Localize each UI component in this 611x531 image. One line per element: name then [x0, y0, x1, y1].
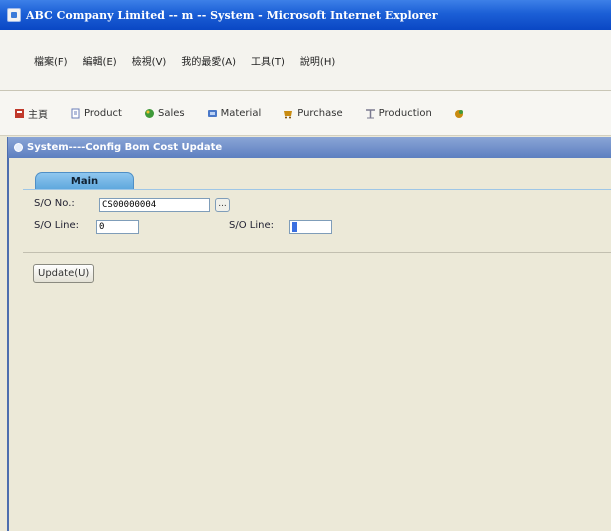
form-divider: [23, 252, 611, 253]
tab-main[interactable]: Main: [35, 172, 134, 190]
page-header-icon: [14, 143, 23, 152]
nav-item-home-label: 主頁: [28, 109, 48, 121]
internet-explorer-icon: [7, 8, 21, 22]
menu-help[interactable]: 說明(H): [300, 53, 335, 68]
menu-file[interactable]: 檔案(F): [34, 53, 68, 68]
sales-icon: [144, 108, 155, 119]
page-title: System----Config Bom Cost Update: [27, 142, 223, 153]
purchase-icon: [283, 108, 294, 119]
update-button[interactable]: Update(U): [33, 264, 95, 283]
so-line-from-label: S/O Line:: [34, 220, 79, 231]
so-no-lookup-button[interactable]: ...: [215, 198, 230, 212]
form-content: Main S/O No.: CS00000004 ... S/O Line: 0…: [9, 158, 611, 531]
nav-item-material[interactable]: Material: [207, 107, 262, 119]
so-no-label: S/O No.:: [34, 198, 75, 209]
nav-item-production-label: Production: [378, 107, 432, 119]
home-icon: [14, 108, 25, 119]
nav-item-sales-label: Sales: [157, 107, 185, 119]
material-icon: [207, 108, 218, 119]
menu-edit[interactable]: 編輯(E): [83, 53, 117, 68]
nav-item-product-label: Product: [84, 107, 122, 119]
page-header: System----Config Bom Cost Update: [8, 137, 611, 158]
so-line-to-label: S/O Line:: [229, 220, 274, 231]
tab-underline: [23, 189, 611, 190]
menu-tools[interactable]: 工具(T): [251, 53, 285, 68]
document-icon: [70, 108, 81, 119]
menu-view[interactable]: 檢視(V): [132, 53, 167, 68]
nav-item-more[interactable]: [454, 108, 468, 119]
production-icon: [365, 108, 376, 119]
nav-item-purchase-label: Purchase: [297, 107, 343, 119]
so-no-input[interactable]: CS00000004: [99, 198, 210, 212]
nav-item-purchase[interactable]: Purchase: [283, 107, 343, 119]
nav-item-production[interactable]: Production: [365, 108, 432, 119]
so-line-from-input[interactable]: 0: [96, 220, 139, 234]
so-line-to-input[interactable]: [289, 220, 332, 234]
nav-item-material-label: Material: [220, 107, 262, 119]
nav-item-home[interactable]: 主頁: [14, 106, 48, 121]
menu-favorites[interactable]: 我的最愛(A): [181, 53, 236, 68]
more-module-icon: [454, 108, 465, 119]
text-cursor: [292, 221, 297, 232]
window-title: ABC Company Limited -- m -- System - Mic…: [26, 8, 438, 22]
nav-item-sales[interactable]: Sales: [144, 108, 185, 119]
module-nav-bar: 主頁 Product Sales Material Purchase Produ…: [0, 91, 611, 136]
menu-bar: 檔案(F) 編輯(E) 檢視(V) 我的最愛(A) 工具(T) 說明(H): [0, 30, 611, 91]
nav-item-product[interactable]: Product: [70, 108, 122, 119]
window-titlebar: ABC Company Limited -- m -- System - Mic…: [0, 0, 611, 30]
